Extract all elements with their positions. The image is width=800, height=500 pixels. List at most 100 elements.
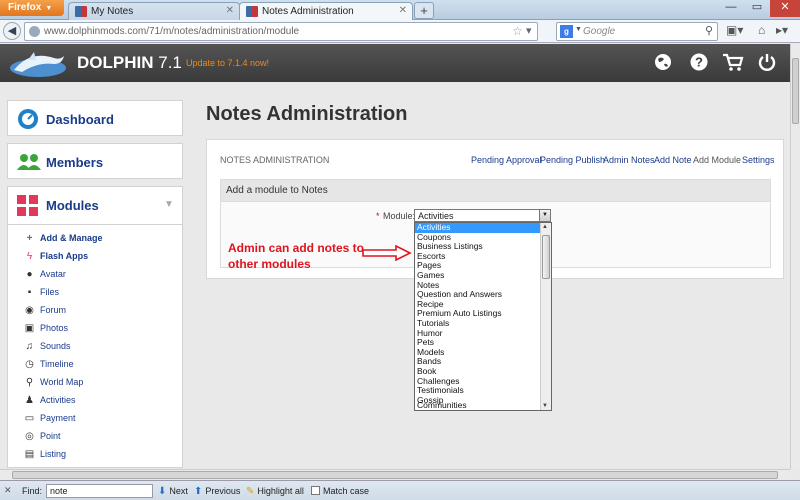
page-horizontal-scrollbar[interactable] bbox=[0, 469, 790, 480]
chat-icon: ◉ bbox=[25, 304, 34, 316]
sidebar-item-listing[interactable]: ▤ Listing bbox=[24, 446, 66, 462]
sidebar-item-modules[interactable]: Modules ▼ bbox=[7, 186, 183, 225]
brand-text: DOLPHIN bbox=[77, 53, 154, 72]
globe-icon bbox=[29, 26, 40, 37]
add-module-link[interactable]: Add Module bbox=[693, 155, 741, 165]
tab-my-notes[interactable]: My Notes ✕ bbox=[68, 2, 240, 20]
activity-icon: ♟ bbox=[25, 394, 34, 406]
sidebar-item-files[interactable]: ▪ Files bbox=[24, 284, 59, 300]
sidebar-item-world-map[interactable]: ⚲ World Map bbox=[24, 374, 84, 390]
close-icon[interactable]: ✕ bbox=[399, 5, 407, 16]
url-text: www.dolphinmods.com/71/m/notes/administr… bbox=[44, 26, 300, 37]
module-select[interactable]: Activities ▼ bbox=[414, 209, 551, 222]
site-header: DOLPHIN 7.1 Update to 7.1.4 now! ? bbox=[0, 44, 790, 82]
panel-heading: NOTES ADMINISTRATION bbox=[220, 155, 330, 165]
sidebar-item-flash-apps[interactable]: ϟ Flash Apps bbox=[24, 248, 88, 264]
help-icon[interactable]: ? bbox=[688, 52, 710, 74]
annotation-line: Admin can add notes to bbox=[228, 241, 365, 255]
highlight-icon: ✎ bbox=[246, 486, 255, 497]
sidebar-item-label: Flash Apps bbox=[40, 251, 89, 261]
page-title: Notes Administration bbox=[206, 103, 408, 125]
sidebar-item-forum[interactable]: ◉ Forum bbox=[24, 302, 66, 318]
search-icon[interactable]: ⚲ bbox=[705, 24, 713, 37]
highlight-all-button[interactable]: ✎ Highlight all bbox=[246, 486, 304, 497]
reload-icon[interactable]: ▾ bbox=[526, 24, 532, 37]
chevron-down-icon[interactable]: ▼ bbox=[539, 210, 550, 221]
menu-icon[interactable]: ▸▾ bbox=[776, 23, 788, 37]
sidebar-item-timeline[interactable]: ◷ Timeline bbox=[24, 356, 74, 372]
star-icon[interactable]: ☆ bbox=[512, 24, 523, 38]
members-icon bbox=[17, 154, 41, 170]
form-title: Add a module to Notes bbox=[221, 180, 770, 202]
sidebar-item-members[interactable]: Members bbox=[7, 143, 183, 179]
new-tab-button[interactable]: + bbox=[414, 2, 434, 19]
find-input[interactable]: note bbox=[46, 484, 153, 498]
dropdown-option[interactable]: Communities bbox=[415, 401, 541, 410]
scroll-thumb[interactable] bbox=[12, 471, 778, 479]
scroll-thumb[interactable] bbox=[542, 235, 550, 279]
picture-icon: ▣ bbox=[24, 322, 35, 334]
briefcase-icon: ▤ bbox=[24, 448, 35, 460]
back-arrow-icon[interactable]: ◀ bbox=[3, 22, 21, 40]
home-icon[interactable]: ⌂ bbox=[758, 23, 765, 37]
url-bar[interactable]: www.dolphinmods.com/71/m/notes/administr… bbox=[24, 22, 538, 41]
scroll-thumb[interactable] bbox=[792, 58, 799, 124]
update-link[interactable]: Update to 7.1.4 now! bbox=[186, 58, 269, 68]
sidebar-item-label: Avatar bbox=[40, 269, 66, 279]
page-vertical-scrollbar[interactable] bbox=[790, 44, 800, 469]
firefox-menu-button[interactable]: Firefox ▼ bbox=[0, 0, 64, 16]
globe-icon[interactable] bbox=[652, 52, 674, 74]
user-icon: ● bbox=[26, 268, 33, 280]
window-close-icon[interactable]: ✕ bbox=[770, 0, 800, 17]
sidebar-item-avatar[interactable]: ● Avatar bbox=[24, 266, 66, 282]
tab-label: Notes Administration bbox=[262, 6, 354, 17]
find-previous-button[interactable]: ⬆ Previous bbox=[194, 486, 240, 497]
annotation-text: Admin can add notes to other modules bbox=[228, 240, 364, 272]
pending-approval-link[interactable]: Pending Approval bbox=[471, 155, 542, 165]
scroll-up-icon[interactable]: ▲ bbox=[542, 224, 548, 230]
match-case-checkbox[interactable] bbox=[311, 486, 320, 495]
power-icon[interactable] bbox=[756, 52, 778, 74]
plus-icon: + bbox=[26, 232, 33, 244]
cart-icon[interactable] bbox=[722, 52, 744, 74]
close-icon[interactable]: ✕ bbox=[226, 5, 234, 16]
bookmarks-icon[interactable]: ▣▾ bbox=[726, 23, 743, 37]
sidebar-item-add-manage[interactable]: + Add & Manage bbox=[24, 230, 103, 246]
sidebar-item-activities[interactable]: ♟ Activities bbox=[24, 392, 76, 408]
search-bar[interactable]: g ▼ Google ⚲ bbox=[556, 22, 718, 41]
sidebar-item-point[interactable]: ◎ Point bbox=[24, 428, 60, 444]
minimize-icon[interactable]: — bbox=[718, 0, 744, 17]
settings-link[interactable]: Settings bbox=[742, 155, 775, 165]
admin-notes-link[interactable]: Admin Notes bbox=[603, 155, 655, 165]
tab-label: My Notes bbox=[91, 6, 134, 17]
sidebar-item-payment[interactable]: ▭ Payment bbox=[24, 410, 76, 426]
sidebar-item-label: Listing bbox=[40, 449, 67, 459]
music-icon: ♫ bbox=[25, 340, 34, 352]
find-previous-label: Previous bbox=[205, 486, 241, 496]
add-note-link[interactable]: Add Note bbox=[654, 155, 692, 165]
brand-version: 7.1 bbox=[158, 53, 182, 72]
maximize-icon[interactable]: ▭ bbox=[744, 0, 770, 17]
dropdown-scrollbar[interactable]: ▲ ▼ bbox=[540, 223, 551, 410]
sidebar-item-label: Files bbox=[40, 287, 60, 297]
sidebar-item-label: Add & Manage bbox=[40, 233, 103, 243]
dolphin-logo-icon[interactable] bbox=[8, 48, 68, 78]
chevron-down-icon[interactable]: ▼ bbox=[164, 199, 174, 210]
scroll-down-icon[interactable]: ▼ bbox=[542, 403, 548, 409]
tab-notes-administration[interactable]: Notes Administration ✕ bbox=[239, 2, 413, 20]
google-icon[interactable]: g bbox=[560, 25, 573, 38]
pending-publish-link[interactable]: Pending Publish bbox=[540, 155, 605, 165]
arrow-up-icon: ⬆ bbox=[194, 486, 203, 497]
sidebar-item-dashboard[interactable]: Dashboard bbox=[7, 100, 183, 136]
sidebar-item-label: Forum bbox=[40, 305, 67, 315]
module-dropdown-list[interactable]: Activities Coupons Business Listings Esc… bbox=[414, 222, 552, 411]
find-next-label: Next bbox=[169, 486, 188, 496]
sidebar-item-photos[interactable]: ▣ Photos bbox=[24, 320, 68, 336]
sidebar-item-label: Sounds bbox=[40, 341, 71, 351]
find-next-button[interactable]: ⬇ Next bbox=[158, 486, 188, 497]
clock-icon: ◷ bbox=[25, 358, 34, 370]
annotation-arrow-icon bbox=[362, 245, 412, 261]
sidebar-item-sounds[interactable]: ♫ Sounds bbox=[24, 338, 71, 354]
close-icon[interactable]: ✕ bbox=[4, 485, 12, 496]
module-select-value: Activities bbox=[418, 211, 454, 221]
